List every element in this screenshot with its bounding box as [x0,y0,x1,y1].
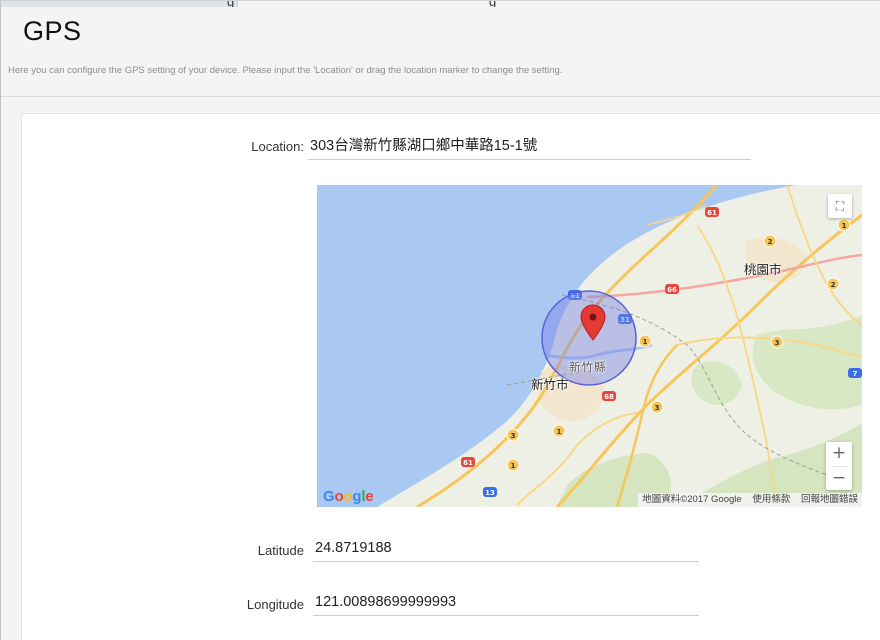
latitude-input[interactable] [313,538,699,562]
location-label: Location: [251,139,304,154]
gps-settings-page: g g GPS Here you can configure the GPS s… [0,0,880,640]
route-badge-text: 61 [463,459,473,467]
map-label-hsinchu-county: 新竹縣 [569,362,607,374]
location-input[interactable] [308,134,751,160]
zoom-control: + − [826,442,852,490]
previous-section-cutoff: g g [1,1,880,7]
latitude-label: Latitude [257,543,304,558]
zoom-out-button[interactable]: − [826,467,852,491]
report-map-error-link[interactable]: 回報地圖錯誤 [801,494,858,505]
route-badge-text: 3 [511,432,516,440]
route-badge-text: 1 [643,338,648,346]
map-attribution: 地圖資料©2017 Google 使用條款 回報地圖錯誤 [638,493,862,507]
fullscreen-button[interactable]: ⛶ [828,194,852,218]
google-logo[interactable]: Google [323,488,374,505]
route-badge-text: 1 [511,462,516,470]
route-badge-text: 61 [707,209,717,217]
map-label-text: 桃園市 [744,263,782,277]
route-badge-text: 1 [842,222,847,230]
route-badge-text: 2 [831,281,836,289]
longitude-label: Longitude [246,597,304,612]
fullscreen-icon: ⛶ [835,199,845,213]
route-badge-text: 2 [768,238,773,246]
route-badge-text: 3 [775,339,780,347]
map-label-hsinchu-city: 新竹市 [531,378,569,392]
route-badge-text: 7 [853,370,858,378]
page-description: Here you can configure the GPS setting o… [8,65,563,76]
route-badge-text: 3 [655,404,660,412]
page-title: GPS [23,16,82,46]
location-map[interactable]: 61 2 1 66 61 31 1 3 68 3 3 1 61 1 13 2 7… [317,185,862,507]
terms-link[interactable]: 使用條款 [752,494,790,505]
previous-tab[interactable] [1,1,238,7]
previous-tab-text: g [227,1,234,7]
route-badge-text: 1 [557,428,562,436]
map-data-attribution: 地圖資料©2017 Google [642,494,742,505]
page-header: g g GPS Here you can configure the GPS s… [1,1,880,97]
previous-title-text: g [489,1,496,7]
route-badge-text: 66 [667,286,677,294]
map-label-taoyuan: 桃園市 [744,259,782,278]
google-logo-letter: e [365,488,374,505]
route-badge-text: 13 [485,489,495,497]
zoom-in-button[interactable]: + [826,442,852,466]
google-logo-letter: G [323,488,335,505]
gps-form-panel: Location: 303台灣新竹縣湖口鄉中華路15-1號 61 2 1 66 … [21,113,880,640]
route-badge-text: 68 [604,393,614,401]
map-canvas[interactable]: 61 2 1 66 61 31 1 3 68 3 3 1 61 1 13 2 7 [317,185,862,507]
longitude-input[interactable] [313,592,699,616]
